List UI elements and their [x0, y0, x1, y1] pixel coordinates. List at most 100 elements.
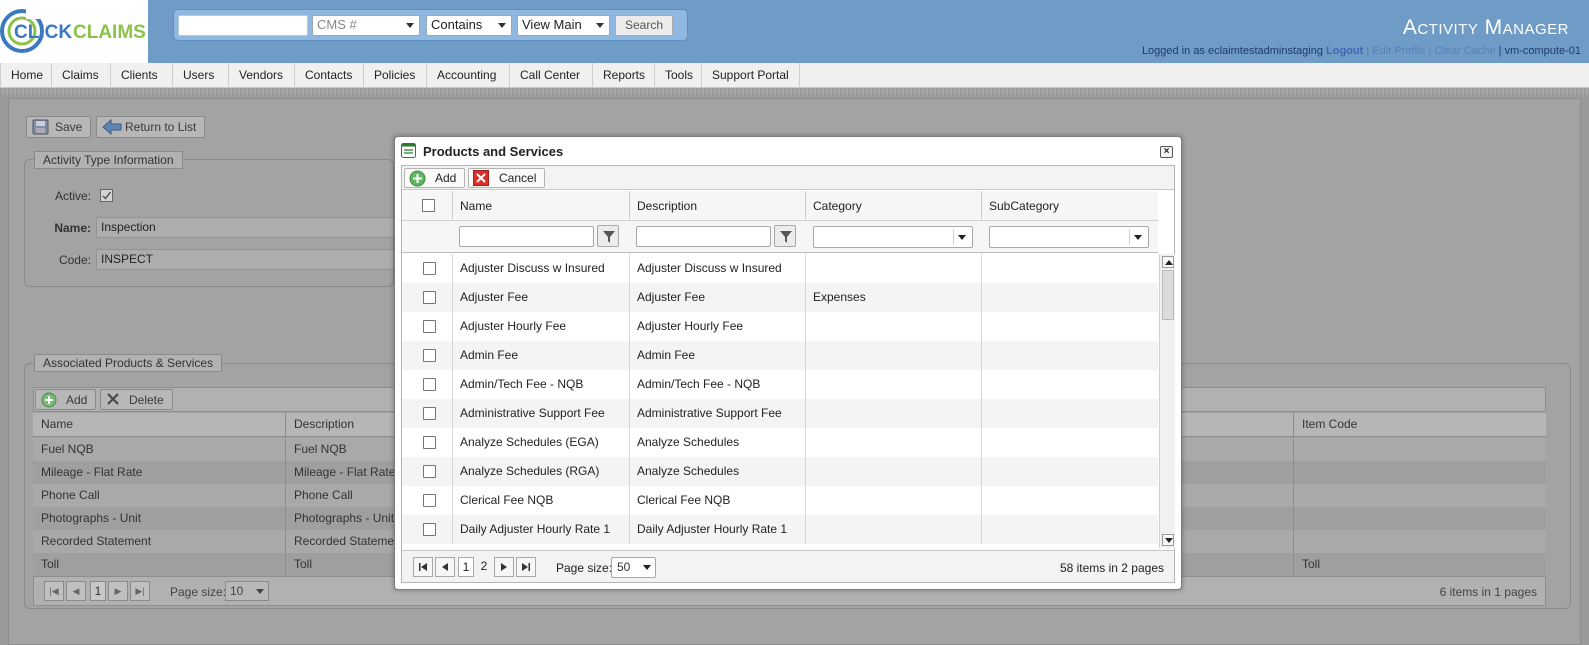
page-size-label: Page size:: [556, 561, 613, 575]
login-status: Logged in as eclaimtestadminstaging Logo…: [1142, 45, 1581, 57]
name-filter-input[interactable]: [459, 226, 594, 247]
search-input[interactable]: [178, 15, 308, 36]
return-to-list-button[interactable]: Return to List: [96, 116, 206, 138]
edit-profile-link[interactable]: Edit Profile: [1372, 45, 1425, 57]
logout-link[interactable]: Logout: [1326, 45, 1363, 57]
scroll-thumb[interactable]: [1162, 270, 1174, 320]
scroll-up-icon[interactable]: [1162, 256, 1174, 268]
row-checkbox[interactable]: [423, 494, 436, 507]
search-button[interactable]: Search: [615, 15, 673, 36]
table-row[interactable]: Admin/Tech Fee - NQB Admin/Tech Fee - NQ…: [402, 370, 1158, 399]
table-row[interactable]: Adjuster Discuss w Insured Adjuster Disc…: [402, 254, 1158, 283]
search-type-select[interactable]: CMS #: [312, 15, 420, 36]
table-row[interactable]: Adjuster Hourly Fee Adjuster Hourly Fee: [402, 312, 1158, 341]
scroll-down-icon[interactable]: [1162, 534, 1174, 546]
close-icon[interactable]: ×: [1160, 146, 1173, 158]
add-button[interactable]: Add: [35, 389, 97, 410]
select-all-checkbox[interactable]: [422, 199, 435, 212]
page-size-select[interactable]: 10: [225, 581, 269, 601]
name-field[interactable]: Inspection: [96, 217, 394, 238]
vertical-scrollbar[interactable]: [1159, 254, 1175, 548]
page-size-select[interactable]: 50: [611, 557, 656, 578]
clickclaims-logo[interactable]: CLICK CLAIMS: [0, 0, 148, 63]
description-filter-input[interactable]: [636, 226, 771, 247]
table-row[interactable]: Admin Fee Admin Fee: [402, 341, 1158, 370]
table-row[interactable]: Daily Adjuster Hourly Rate 1 Daily Adjus…: [402, 515, 1158, 544]
row-checkbox[interactable]: [423, 523, 436, 536]
row-checkbox[interactable]: [423, 436, 436, 449]
cell-name: Administrative Support Fee: [452, 399, 629, 428]
column-header-name[interactable]: Name: [33, 413, 285, 436]
column-header-subcategory[interactable]: SubCategory: [981, 191, 1158, 221]
menu-item-support-portal[interactable]: Support Portal: [702, 63, 800, 88]
dialog-cancel-button[interactable]: Cancel: [468, 168, 546, 188]
subcategory-filter-dropdown[interactable]: [989, 226, 1149, 248]
table-row[interactable]: Adjuster Fee Adjuster Fee Expenses: [402, 283, 1158, 312]
column-header-description[interactable]: Description: [285, 413, 395, 436]
app-title: Activity Manager: [1402, 16, 1569, 39]
row-checkbox[interactable]: [423, 349, 436, 362]
first-page-icon[interactable]: [413, 557, 433, 577]
cell-description: Toll: [285, 553, 395, 576]
code-label: Code:: [58, 253, 91, 267]
last-page-icon[interactable]: [516, 557, 536, 577]
code-field[interactable]: INSPECT: [96, 249, 394, 270]
return-label: Return to List: [125, 120, 197, 134]
menu-item-call-center[interactable]: Call Center: [510, 63, 593, 88]
dialog-add-button[interactable]: Add: [404, 168, 466, 188]
row-checkbox[interactable]: [423, 378, 436, 391]
row-checkbox[interactable]: [423, 465, 436, 478]
table-row[interactable]: Analyze Schedules (EGA) Analyze Schedule…: [402, 428, 1158, 457]
page-1[interactable]: 1: [458, 557, 474, 577]
last-page-icon[interactable]: ▶|: [130, 581, 150, 601]
column-header-name[interactable]: Name: [452, 191, 629, 221]
cell-subcategory: [981, 254, 1158, 283]
page-2[interactable]: 2: [476, 557, 492, 577]
cell-description: Adjuster Fee: [629, 283, 805, 312]
menu-item-accounting[interactable]: Accounting: [427, 63, 510, 88]
first-page-icon[interactable]: |◀: [44, 581, 64, 601]
menu-item-vendors[interactable]: Vendors: [229, 63, 295, 88]
next-page-icon[interactable]: ▶: [108, 581, 128, 601]
cell-description: Recorded Statement: [285, 530, 395, 553]
dialog-grid: Add Cancel Name Description Category Sub…: [401, 165, 1175, 583]
category-filter-dropdown[interactable]: [813, 226, 973, 248]
menu-item-home[interactable]: Home: [0, 63, 52, 88]
cell-category: [805, 341, 981, 370]
row-checkbox[interactable]: [423, 320, 436, 333]
name-filter-button[interactable]: [597, 225, 619, 247]
add-label: Add: [66, 393, 88, 407]
column-header-item-code[interactable]: Item Code: [1293, 413, 1546, 436]
clear-cache-link[interactable]: Clear Cache: [1434, 45, 1495, 57]
menu-item-claims[interactable]: Claims: [52, 63, 111, 88]
next-page-icon[interactable]: [494, 557, 514, 577]
delete-button[interactable]: Delete: [100, 389, 173, 410]
row-checkbox[interactable]: [423, 291, 436, 304]
save-label: Save: [55, 120, 83, 134]
row-checkbox[interactable]: [423, 262, 436, 275]
column-header-category[interactable]: Category: [805, 191, 981, 221]
prev-page-icon[interactable]: [435, 557, 455, 577]
table-row[interactable]: Analyze Schedules (RGA) Analyze Schedule…: [402, 457, 1158, 486]
menu-item-clients[interactable]: Clients: [111, 63, 173, 88]
table-row[interactable]: Administrative Support Fee Administrativ…: [402, 399, 1158, 428]
cell-description: Adjuster Discuss w Insured: [629, 254, 805, 283]
column-header-description[interactable]: Description: [629, 191, 805, 221]
chevron-down-icon: [958, 235, 966, 240]
menu-item-users[interactable]: Users: [173, 63, 229, 88]
row-checkbox[interactable]: [423, 407, 436, 420]
description-filter-button[interactable]: [774, 225, 796, 247]
save-button[interactable]: Save: [26, 116, 92, 138]
view-mode-select[interactable]: View Main: [517, 15, 610, 36]
prev-page-icon[interactable]: ◀: [66, 581, 86, 601]
menu-item-tools[interactable]: Tools: [655, 63, 702, 88]
menu-item-contacts[interactable]: Contacts: [295, 63, 364, 88]
menu-item-policies[interactable]: Policies: [364, 63, 427, 88]
dialog-grid-body: Adjuster Discuss w Insured Adjuster Disc…: [402, 254, 1158, 548]
table-row[interactable]: Clerical Fee NQB Clerical Fee NQB: [402, 486, 1158, 515]
page-number[interactable]: 1: [90, 581, 106, 601]
menu-item-reports[interactable]: Reports: [593, 63, 655, 88]
active-checkbox[interactable]: [100, 189, 113, 202]
match-mode-select[interactable]: Contains: [426, 15, 512, 36]
cell-description: Admin Fee: [629, 341, 805, 370]
